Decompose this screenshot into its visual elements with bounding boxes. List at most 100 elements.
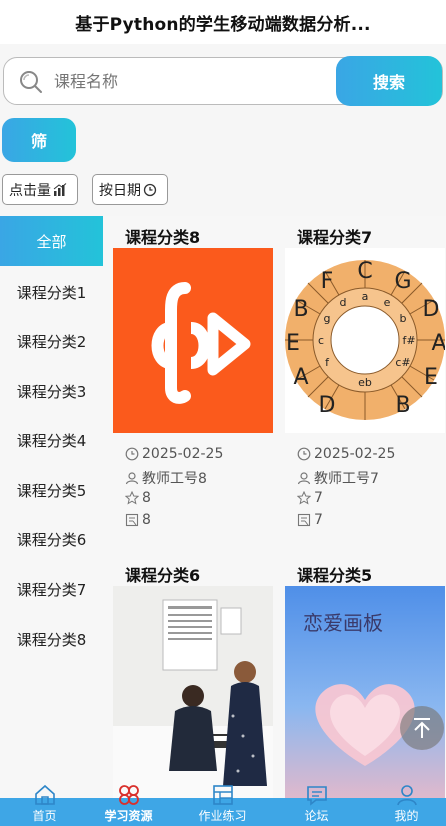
course-likes-text: 7 <box>314 490 323 506</box>
sort-by-date-button[interactable]: 按日期 <box>92 174 168 205</box>
sort-by-clicks-label: 点击量 <box>9 182 51 199</box>
course-date: 2025-02-25 <box>297 446 395 462</box>
svg-text:eb: eb <box>358 376 372 389</box>
homework-icon <box>212 785 233 805</box>
category-item[interactable]: 课程分类6 <box>0 514 103 564</box>
tab-home[interactable]: 首页 <box>0 784 89 826</box>
course-collects: 7 <box>297 512 323 528</box>
svg-text:D: D <box>319 393 336 418</box>
resource-icon <box>118 785 139 805</box>
tab-label: 学习资源 <box>104 809 153 823</box>
bar-chart-icon <box>53 182 67 196</box>
svg-text:f#: f# <box>402 334 415 347</box>
course-card[interactable]: 课程分类7 C G D A E B F B E A D a e d b g f#… <box>285 216 445 546</box>
svg-text:G: G <box>394 269 411 294</box>
course-card[interactable]: 课程分类5 恋爱画板 <box>285 554 445 798</box>
category-item[interactable]: 课程分类5 <box>0 465 103 515</box>
tab-resources[interactable]: 学习资源 <box>84 785 173 826</box>
tab-label: 论坛 <box>304 809 329 823</box>
svg-text:c: c <box>318 334 324 347</box>
search-icon <box>20 71 42 93</box>
home-icon <box>34 784 55 805</box>
bottom-tab-bar: 首页 学习资源 作业练习 论坛 我的 <box>0 784 446 826</box>
course-cover-image[interactable] <box>113 248 273 433</box>
search-button[interactable]: 搜索 <box>336 56 442 106</box>
clock-icon <box>143 183 157 196</box>
category-item[interactable]: 课程分类1 <box>0 267 103 317</box>
svg-text:B: B <box>395 393 410 418</box>
user-icon <box>396 785 417 806</box>
course-card[interactable]: 课程分类6 <box>113 554 273 798</box>
tab-label: 我的 <box>394 809 419 823</box>
course-date-text: 2025-02-25 <box>314 446 396 462</box>
cover-title-text: 恋爱画板 <box>303 611 383 635</box>
course-collects: 8 <box>125 512 151 528</box>
clock-icon <box>297 447 311 461</box>
svg-text:E: E <box>286 331 300 356</box>
tab-forum[interactable]: 论坛 <box>272 786 361 826</box>
course-cover-image[interactable]: 恋爱画板 <box>285 586 445 798</box>
tab-label: 作业练习 <box>198 809 247 823</box>
arrow-up-icon <box>414 718 430 738</box>
course-name: 课程分类7 <box>297 228 373 247</box>
svg-text:F: F <box>321 269 334 294</box>
page-title: 基于Python的学生移动端数据分析... <box>75 14 371 35</box>
search-box: 搜索 <box>3 56 443 106</box>
tab-label: 首页 <box>32 809 57 823</box>
sort-by-clicks-button[interactable]: 点击量 <box>2 174 78 205</box>
forum-icon <box>306 786 327 806</box>
course-card[interactable]: 课程分类8 2025-02-25 教师工号8 8 8 <box>113 216 273 546</box>
category-item[interactable]: 课程分类2 <box>0 316 103 366</box>
category-all[interactable]: 全部 <box>0 216 103 266</box>
user-icon <box>125 472 139 485</box>
svg-text:e: e <box>384 296 391 309</box>
svg-text:B: B <box>293 297 308 322</box>
category-item[interactable]: 课程分类7 <box>0 564 103 614</box>
course-date-text: 2025-02-25 <box>142 446 224 462</box>
course-name: 课程分类5 <box>297 566 373 585</box>
course-likes-text: 8 <box>142 490 151 506</box>
svg-text:A: A <box>293 365 308 390</box>
collect-icon <box>297 513 311 527</box>
search-row: 搜索 <box>0 44 446 116</box>
course-collects-text: 7 <box>314 512 323 528</box>
category-sidebar: 全部 课程分类1 课程分类2 课程分类3 课程分类4 课程分类5 课程分类6 课… <box>0 216 103 798</box>
top-bar: 基于Python的学生移动端数据分析... <box>0 0 446 44</box>
search-input[interactable] <box>54 66 324 96</box>
svg-text:C: C <box>357 259 372 284</box>
filter-button[interactable]: 筛 <box>2 118 76 162</box>
category-item[interactable]: 课程分类4 <box>0 415 103 465</box>
svg-text:D: D <box>423 297 440 322</box>
course-name: 课程分类8 <box>125 228 201 247</box>
star-icon <box>297 491 311 505</box>
collect-icon <box>125 513 139 527</box>
svg-text:A: A <box>431 331 445 356</box>
category-item[interactable]: 课程分类8 <box>0 614 103 664</box>
star-icon <box>125 491 139 505</box>
svg-text:d: d <box>340 296 347 309</box>
course-likes: 7 <box>297 490 323 506</box>
course-likes: 8 <box>125 490 151 506</box>
svg-text:b: b <box>400 312 407 325</box>
course-teacher-text: 教师工号8 <box>142 471 207 487</box>
svg-text:c#: c# <box>395 356 410 369</box>
filter-row: 筛 <box>0 116 446 170</box>
svg-text:E: E <box>424 365 438 390</box>
svg-text:a: a <box>362 290 369 303</box>
course-teacher: 教师工号7 <box>297 468 379 488</box>
course-date: 2025-02-25 <box>125 446 223 462</box>
svg-text:g: g <box>324 312 331 325</box>
clock-icon <box>125 447 139 461</box>
course-cover-image[interactable] <box>113 586 273 798</box>
course-collects-text: 8 <box>142 512 151 528</box>
tab-mine[interactable]: 我的 <box>362 785 446 826</box>
back-to-top-button[interactable] <box>400 706 444 750</box>
tab-homework[interactable]: 作业练习 <box>178 785 267 826</box>
sort-by-date-label: 按日期 <box>99 182 141 199</box>
category-item[interactable]: 课程分类3 <box>0 366 103 416</box>
course-teacher: 教师工号8 <box>125 468 207 488</box>
course-cover-image[interactable]: C G D A E B F B E A D a e d b g f# c c# <box>285 248 445 433</box>
course-name: 课程分类6 <box>125 566 201 585</box>
course-teacher-text: 教师工号7 <box>314 471 379 487</box>
sort-row: 点击量 按日期 <box>0 170 446 216</box>
